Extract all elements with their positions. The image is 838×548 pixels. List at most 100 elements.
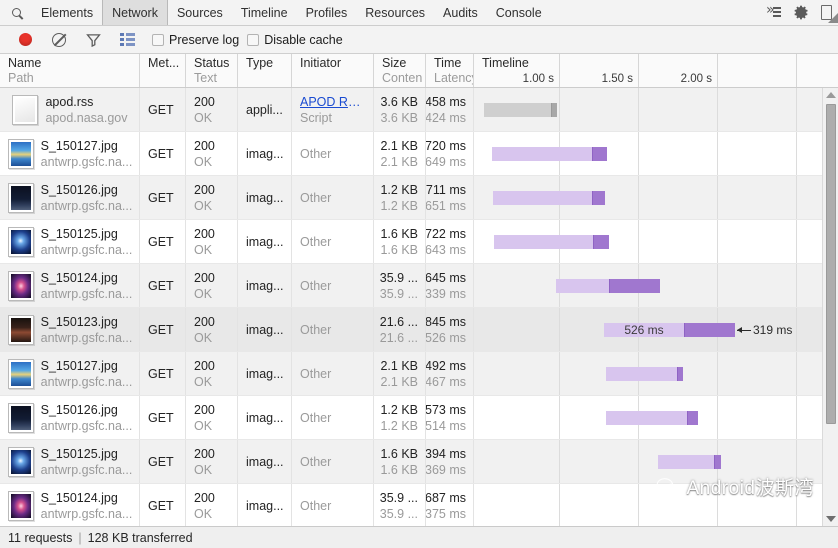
clear-button[interactable] bbox=[42, 27, 76, 53]
waterfall-bar[interactable] bbox=[493, 191, 605, 205]
table-row[interactable]: S_150125.jpgantwrp.gsfc.na...GET200OKima… bbox=[0, 220, 838, 264]
cell-name: S_150126.jpgantwrp.gsfc.na... bbox=[0, 176, 140, 219]
cell-timeline bbox=[474, 440, 838, 483]
table-row[interactable]: S_150123.jpgantwrp.gsfc.na...GET200OKima… bbox=[0, 308, 838, 352]
settings-gear-icon[interactable] bbox=[794, 5, 809, 20]
scrollbar-track[interactable] bbox=[823, 102, 838, 512]
cell-type-value: imag... bbox=[246, 190, 285, 206]
tab-label: Elements bbox=[41, 6, 93, 20]
waterfall-bar[interactable] bbox=[606, 367, 683, 381]
table-row[interactable]: S_150124.jpgantwrp.gsfc.na...GET200OKima… bbox=[0, 264, 838, 308]
cell-time-latency: 339 ms bbox=[426, 286, 466, 302]
cell-size: 1.2 KB1.2 KB bbox=[374, 176, 426, 219]
column-header-timeline[interactable]: Timeline 1.00 s1.50 s2.00 s bbox=[474, 54, 838, 87]
cell-type-value: imag... bbox=[246, 410, 285, 426]
table-row[interactable]: S_150124.jpgantwrp.gsfc.na...GET200OKima… bbox=[0, 484, 838, 526]
column-header-initiator[interactable]: Initiator bbox=[292, 54, 374, 87]
waterfall-bar[interactable] bbox=[556, 279, 660, 293]
table-row[interactable]: S_150125.jpgantwrp.gsfc.na...GET200OKima… bbox=[0, 440, 838, 484]
waterfall-bar[interactable] bbox=[484, 103, 557, 117]
table-row[interactable]: apod.rssapod.nasa.govGET200OKappli...APO… bbox=[0, 88, 838, 132]
timeline-tick-label: 1.00 s bbox=[523, 73, 559, 85]
column-header-time[interactable]: Time Latency bbox=[426, 54, 474, 87]
waterfall-latency-label: 526 ms bbox=[624, 323, 663, 337]
scroll-thumb[interactable] bbox=[826, 104, 836, 424]
vertical-scrollbar[interactable] bbox=[822, 88, 838, 526]
timeline-gridline bbox=[559, 396, 560, 439]
request-name: S_150126.jpg bbox=[41, 182, 133, 198]
cell-name: S_150123.jpgantwrp.gsfc.na... bbox=[0, 308, 140, 351]
column-header-size[interactable]: Size Conten bbox=[374, 54, 426, 87]
tab-resources[interactable]: Resources bbox=[356, 0, 434, 25]
waterfall-bar[interactable]: 526 ms bbox=[604, 323, 735, 337]
console-drawer-icon[interactable] bbox=[766, 6, 782, 19]
cell-status-text: OK bbox=[194, 154, 231, 170]
table-row[interactable]: S_150127.jpgantwrp.gsfc.na...GET200OKima… bbox=[0, 132, 838, 176]
cell-status-text: OK bbox=[194, 198, 231, 214]
dock-side-icon[interactable] bbox=[821, 5, 832, 20]
large-rows-button[interactable] bbox=[110, 27, 144, 53]
record-button[interactable] bbox=[8, 27, 42, 53]
tab-label: Profiles bbox=[306, 6, 348, 20]
column-header-status[interactable]: Status Text bbox=[186, 54, 238, 87]
disable-cache-box[interactable] bbox=[247, 34, 259, 46]
cell-size-content: 35.9 ... bbox=[380, 506, 418, 522]
cell-status-code: 200OK bbox=[186, 176, 238, 219]
filter-button[interactable] bbox=[76, 27, 110, 53]
tab-console[interactable]: Console bbox=[487, 0, 551, 25]
table-row[interactable]: S_150126.jpgantwrp.gsfc.na...GET200OKima… bbox=[0, 176, 838, 220]
cell-type: imag... bbox=[238, 308, 292, 351]
cell-name: S_150124.jpgantwrp.gsfc.na... bbox=[0, 484, 140, 526]
timeline-gridline bbox=[717, 352, 718, 395]
tab-audits[interactable]: Audits bbox=[434, 0, 487, 25]
tab-elements[interactable]: Elements bbox=[32, 0, 102, 25]
network-status-bar: 11 requests | 128 KB transferred bbox=[0, 526, 838, 548]
scroll-down-arrow-icon[interactable] bbox=[823, 512, 838, 526]
tab-label: Network bbox=[112, 6, 158, 20]
cell-method-value: GET bbox=[148, 366, 179, 382]
table-header-row: Name Path Met... Status Text Type Initia… bbox=[0, 54, 838, 88]
waterfall-total-label: 319 ms bbox=[737, 323, 792, 337]
tab-timeline[interactable]: Timeline bbox=[232, 0, 297, 25]
cell-status-code: 200OK bbox=[186, 308, 238, 351]
cell-status-code: 200 bbox=[194, 402, 231, 418]
filter-funnel-icon bbox=[86, 33, 101, 47]
dark-scene-image-thumbnail bbox=[8, 315, 34, 345]
column-header-method[interactable]: Met... bbox=[140, 54, 186, 87]
cell-size-content: 35.9 ... bbox=[380, 286, 418, 302]
cell-status-text: OK bbox=[194, 286, 231, 302]
waterfall-bar-download-segment bbox=[593, 235, 609, 249]
tab-profiles[interactable]: Profiles bbox=[297, 0, 357, 25]
search-button[interactable] bbox=[0, 0, 32, 25]
timeline-gridline bbox=[796, 440, 797, 483]
column-header-name[interactable]: Name Path bbox=[0, 54, 140, 87]
preserve-log-box[interactable] bbox=[152, 34, 164, 46]
waterfall-bar-latency-segment bbox=[658, 455, 714, 469]
waterfall-bar[interactable] bbox=[606, 411, 698, 425]
waterfall-arrow-icon bbox=[737, 330, 751, 331]
tab-label: Sources bbox=[177, 6, 223, 20]
blue-nebula-image-thumbnail bbox=[8, 447, 34, 477]
cell-initiator-primary[interactable]: APOD RSS:0 bbox=[300, 94, 367, 110]
cell-timeline bbox=[474, 396, 838, 439]
tab-network[interactable]: Network bbox=[102, 0, 168, 25]
cell-status-text: OK bbox=[194, 462, 231, 478]
timeline-gridline bbox=[559, 88, 560, 131]
cell-time-primary: 645 ms bbox=[426, 270, 466, 286]
tab-label: Console bbox=[496, 6, 542, 20]
column-header-type[interactable]: Type bbox=[238, 54, 292, 87]
waterfall-bar[interactable] bbox=[492, 147, 607, 161]
preserve-log-checkbox[interactable]: Preserve log bbox=[152, 33, 239, 47]
cell-name: S_150127.jpgantwrp.gsfc.na... bbox=[0, 132, 140, 175]
waterfall-bar[interactable] bbox=[494, 235, 609, 249]
cell-status-text: OK bbox=[194, 506, 231, 522]
cell-name: S_150126.jpgantwrp.gsfc.na... bbox=[0, 396, 140, 439]
disable-cache-checkbox[interactable]: Disable cache bbox=[247, 33, 343, 47]
aurora-image-thumbnail bbox=[8, 359, 34, 389]
tab-sources[interactable]: Sources bbox=[168, 0, 232, 25]
scroll-up-arrow-icon[interactable] bbox=[823, 88, 838, 102]
waterfall-bar[interactable] bbox=[658, 455, 721, 469]
table-row[interactable]: S_150127.jpgantwrp.gsfc.na...GET200OKima… bbox=[0, 352, 838, 396]
table-row[interactable]: S_150126.jpgantwrp.gsfc.na...GET200OKima… bbox=[0, 396, 838, 440]
request-path: antwrp.gsfc.na... bbox=[41, 154, 133, 170]
